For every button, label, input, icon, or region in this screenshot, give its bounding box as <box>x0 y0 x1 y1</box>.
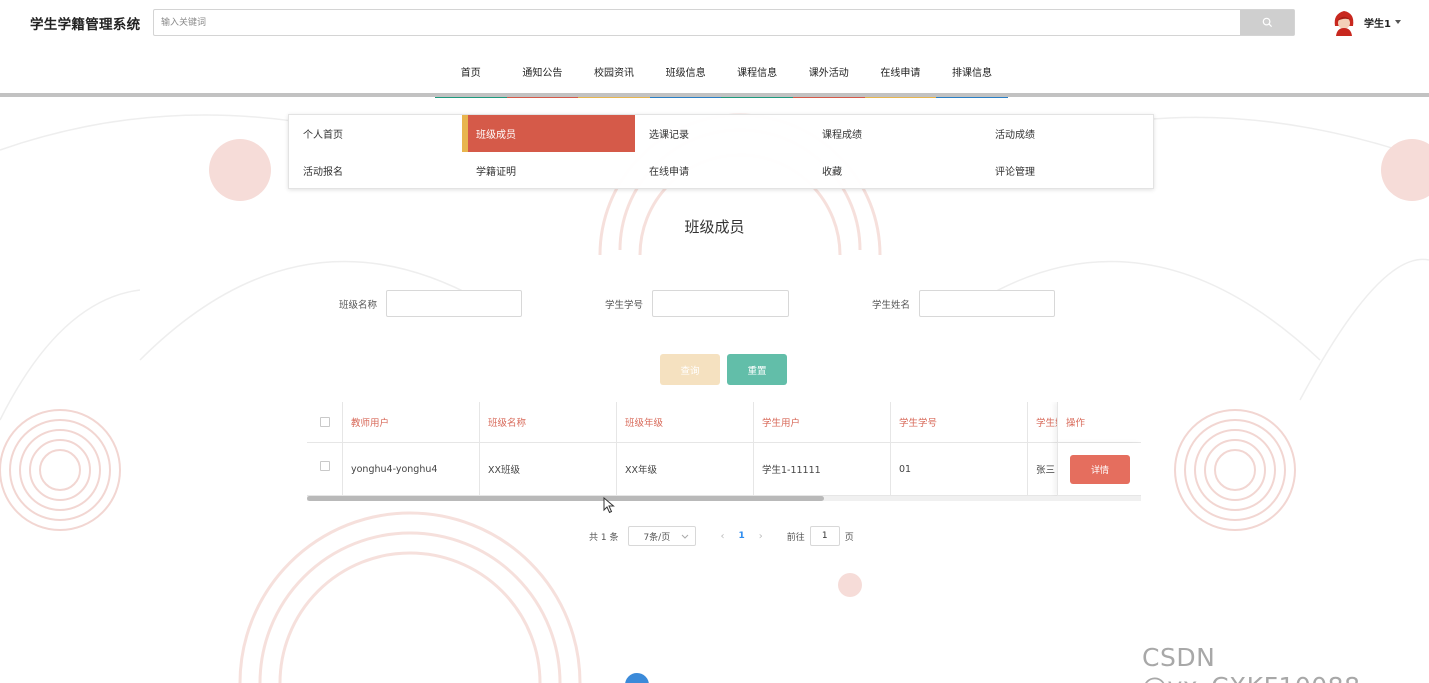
submenu-item-enrollment-proof[interactable]: 学籍证明 <box>462 152 635 189</box>
header-bar: 学生学籍管理系统 学生1 <box>0 0 1429 46</box>
nav-label: 排课信息 <box>951 68 992 79</box>
submenu-item-personal-home[interactable]: 个人首页 <box>289 115 462 152</box>
page-size-value: 7条/页 <box>643 532 671 543</box>
nav-label: 通知公告 <box>522 68 563 79</box>
cell-student-no: 01 <box>891 443 1028 496</box>
prev-page-icon[interactable]: ‹ <box>720 531 724 542</box>
reset-button[interactable]: 重置 <box>727 354 787 385</box>
scrollbar-thumb[interactable] <box>307 496 825 501</box>
search-button[interactable] <box>1240 10 1294 35</box>
nav-label: 在线申请 <box>880 68 921 79</box>
nav-label: 课外活动 <box>808 68 849 79</box>
horizontal-scrollbar[interactable] <box>307 496 1141 501</box>
submenu-item-online-apply[interactable]: 在线申请 <box>635 152 808 189</box>
chevron-down-icon <box>682 534 689 539</box>
query-button[interactable]: 查询 <box>660 354 720 385</box>
submenu-item-class-members[interactable]: 班级成员 <box>462 115 635 152</box>
pagination: 共 1 条 7条/页 ‹ 1 › 前往 页 <box>589 526 854 546</box>
column-header-class-grade[interactable]: 班级年级 <box>617 402 754 443</box>
sub-menu: 个人首页 班级成员 选课记录 课程成绩 活动成绩 活动报名 学籍证明 在线申请 … <box>288 114 1154 189</box>
search-icon <box>1262 17 1272 28</box>
header-select-all <box>307 402 343 443</box>
search-box <box>153 9 1295 36</box>
goto-suffix: 页 <box>844 532 854 543</box>
student-name-input[interactable] <box>919 290 1055 317</box>
goto-page-input[interactable] <box>809 526 840 546</box>
student-no-input[interactable] <box>652 290 789 317</box>
user-menu[interactable]: 学生1 <box>1331 8 1401 36</box>
watermark-text: CSDN @vx_CXKF10088 <box>1142 643 1360 683</box>
detail-button[interactable]: 详情 <box>1070 455 1130 484</box>
column-header-class-name[interactable]: 班级名称 <box>480 402 617 443</box>
page-number[interactable]: 1 <box>738 531 744 541</box>
student-no-label: 学生学号 <box>605 300 644 311</box>
next-page-icon[interactable]: › <box>759 531 763 542</box>
goto-prefix: 前往 <box>786 532 805 543</box>
app-title: 学生学籍管理系统 <box>30 17 141 33</box>
row-select <box>307 443 343 496</box>
nav-label: 课程信息 <box>737 68 778 79</box>
cell-operation: 详情 <box>1057 443 1141 496</box>
user-name: 学生1 <box>1364 18 1391 30</box>
submenu-item-course-records[interactable]: 选课记录 <box>635 115 808 152</box>
column-header-student-no[interactable]: 学生学号 <box>891 402 1028 443</box>
total-count: 共 1 条 <box>589 532 619 543</box>
select-all-checkbox[interactable] <box>319 417 330 427</box>
members-table: 教师用户 班级名称 班级年级 学生用户 学生学号 学生姓名 yonghu4-yo… <box>307 402 1141 502</box>
mouse-pointer-icon <box>603 497 615 514</box>
nav-label: 首页 <box>460 68 481 79</box>
submenu-item-comments[interactable]: 评论管理 <box>981 152 1154 189</box>
nav-divider <box>0 93 1429 97</box>
cell-teacher-user: yonghu4-yonghu4 <box>343 443 480 496</box>
page-size-select[interactable]: 7条/页 <box>628 526 697 546</box>
row-checkbox[interactable] <box>319 461 330 471</box>
class-name-input[interactable] <box>386 290 522 317</box>
cell-student-user: 学生1-11111 <box>754 443 891 496</box>
cell-class-name: XX班级 <box>480 443 617 496</box>
cell-class-grade: XX年级 <box>617 443 754 496</box>
submenu-item-course-grades[interactable]: 课程成绩 <box>808 115 981 152</box>
column-header-teacher-user[interactable]: 教师用户 <box>343 402 480 443</box>
caret-down-icon <box>1394 20 1401 24</box>
class-name-label: 班级名称 <box>339 300 378 311</box>
floating-dot <box>625 673 649 683</box>
nav-label: 校园资讯 <box>593 68 634 79</box>
nav-label: 班级信息 <box>665 68 706 79</box>
column-header-student-user[interactable]: 学生用户 <box>754 402 891 443</box>
avatar <box>1334 11 1354 36</box>
search-input[interactable] <box>154 10 1240 35</box>
student-name-label: 学生姓名 <box>872 300 911 311</box>
background-decoration <box>0 113 1429 683</box>
column-header-operation: 操作 <box>1057 402 1141 443</box>
submenu-item-favorites[interactable]: 收藏 <box>808 152 981 189</box>
page-title: 班级成员 <box>684 218 745 236</box>
submenu-item-activity-signup[interactable]: 活动报名 <box>289 152 462 189</box>
submenu-item-activity-grades[interactable]: 活动成绩 <box>981 115 1154 152</box>
